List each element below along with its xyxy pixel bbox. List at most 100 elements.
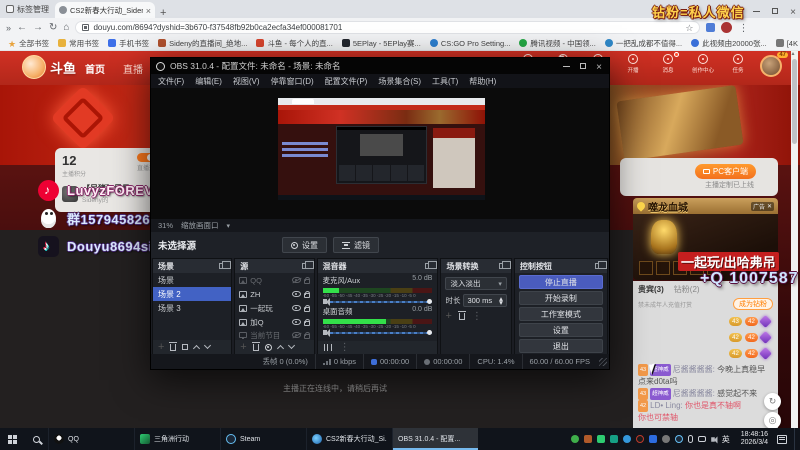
resize-grip[interactable] — [599, 357, 607, 366]
lock-icon[interactable] — [303, 291, 311, 298]
speaker-icon[interactable] — [322, 328, 330, 337]
source-item[interactable]: 一起玩 — [235, 301, 313, 315]
taskbar-app-obs[interactable]: OBS 31.0.4 - 配置... — [392, 428, 478, 450]
tray-steam-icon[interactable] — [674, 435, 683, 443]
source-item[interactable]: ZH — [235, 287, 313, 301]
tray-app-icon[interactable] — [648, 435, 657, 443]
lock-icon[interactable] — [303, 277, 311, 284]
source-properties-button[interactable]: 设置 — [282, 237, 327, 253]
spinner-arrows[interactable]: ▴ ▾ — [499, 294, 503, 306]
reload-icon[interactable] — [49, 22, 57, 33]
stop-streaming-button[interactable]: 停止直播 — [518, 275, 603, 289]
move-up-icon[interactable] — [193, 344, 201, 353]
user-avatar[interactable] — [760, 55, 782, 77]
bookmark-item[interactable]: [4K 60帧] 戴上耳... — [775, 38, 800, 49]
minimize-icon[interactable] — [753, 10, 761, 12]
source-filters-button[interactable]: 滤镜 — [333, 237, 379, 253]
taskbar-clock[interactable]: 18:48:16 2026/3/4 — [737, 431, 772, 447]
studio-mode-button[interactable]: 工作室模式 — [518, 307, 603, 321]
tray-cloud-icon[interactable] — [622, 435, 631, 443]
mixer-menu-icon[interactable] — [340, 343, 350, 352]
become-fan-button[interactable]: 成为钻粉 — [733, 298, 773, 310]
report-float-button[interactable] — [764, 412, 781, 429]
visibility-off-icon[interactable] — [291, 332, 301, 338]
bookmark-item[interactable]: 一把乱成都不值得... — [604, 38, 682, 49]
ad-close-icon[interactable]: ✕ — [767, 203, 772, 210]
nav-creator-center[interactable]: 创作中心 — [691, 54, 715, 74]
remove-scene-icon[interactable] — [169, 341, 178, 351]
maximize-icon[interactable] — [772, 8, 779, 14]
taskbar-app-steam[interactable]: Steam — [220, 428, 306, 450]
tray-antivirus-icon[interactable] — [570, 435, 579, 443]
back-icon[interactable] — [17, 22, 27, 33]
remove-transition-icon[interactable] — [457, 311, 466, 320]
tab-diamond-fans[interactable]: 钻粉(2) — [674, 284, 700, 295]
menu-edit[interactable]: 编辑(E) — [195, 76, 222, 87]
lock-icon[interactable] — [303, 319, 311, 326]
bookmark-item[interactable]: Sideny的直播间_绝地... — [158, 38, 247, 49]
source-item[interactable]: 加Q — [235, 315, 313, 329]
move-down-icon[interactable] — [287, 341, 295, 350]
popout-icon[interactable] — [219, 261, 232, 269]
popout-icon[interactable] — [301, 261, 314, 269]
visibility-icon[interactable] — [291, 305, 301, 311]
exit-button[interactable]: 退出 — [518, 339, 603, 353]
notification-center-icon[interactable] — [777, 434, 787, 444]
mic-volume-slider[interactable] — [329, 298, 433, 304]
extension-icon[interactable] — [706, 22, 716, 32]
tab-close-icon[interactable] — [146, 1, 151, 19]
lock-icon[interactable] — [303, 332, 311, 339]
nav-messages[interactable]: 消息 — [656, 52, 680, 74]
nav-live[interactable]: 直播 — [123, 61, 143, 76]
popout-icon[interactable] — [498, 261, 511, 269]
add-source-icon[interactable] — [240, 343, 246, 352]
source-item[interactable]: QQ — [235, 273, 313, 287]
address-bar[interactable]: douyu.com/8694?dyshid=3b670-f37548fb92b0… — [75, 20, 701, 34]
obs-minimize-icon[interactable] — [563, 65, 571, 67]
volume-icon[interactable] — [710, 435, 718, 443]
chevron-down-icon[interactable] — [227, 221, 231, 230]
speaker-icon[interactable] — [322, 297, 330, 306]
nav-broadcast[interactable]: 开播 — [621, 54, 645, 74]
pc-client-button[interactable]: PC客户端 — [694, 164, 756, 179]
menu-tools[interactable]: 工具(T) — [432, 76, 458, 87]
menu-profile[interactable]: 配置文件(P) — [325, 76, 368, 87]
zoom-mode[interactable]: 缩放画面口 — [181, 220, 219, 231]
forward-icon[interactable] — [33, 22, 43, 33]
bookmark-item[interactable]: 全部书签 — [8, 36, 49, 50]
popout-icon[interactable] — [594, 261, 607, 269]
site-info-icon[interactable] — [82, 23, 90, 31]
browser-tab[interactable]: CS2新春大行动_Sideny的直播 — [55, 2, 155, 18]
bookmark-item[interactable]: 斗鱼 - 每个人的直... — [256, 38, 333, 49]
visibility-icon[interactable] — [291, 319, 301, 325]
transition-menu-icon[interactable] — [472, 312, 482, 321]
transition-select[interactable]: 淡入淡出 — [445, 277, 507, 290]
bookmark-item[interactable]: 5EPlay - 5EPlay赛... — [341, 38, 421, 49]
move-up-icon[interactable] — [276, 344, 284, 353]
tray-app-icon[interactable] — [596, 435, 605, 443]
douyu-logo[interactable]: 斗鱼 — [22, 55, 76, 79]
display-icon[interactable] — [697, 436, 706, 442]
bookmark-item[interactable]: CS:GO Pro Setting... — [429, 39, 510, 48]
duplicate-scene-icon[interactable] — [182, 344, 189, 350]
obs-close-icon[interactable] — [596, 57, 602, 75]
home-icon[interactable] — [63, 22, 69, 33]
lock-icon[interactable] — [303, 305, 311, 312]
menu-view[interactable]: 视图(V) — [233, 76, 260, 87]
tray-app-icon[interactable] — [609, 435, 618, 443]
nav-home[interactable]: 首页 — [85, 61, 105, 76]
taskbar-app-browser[interactable]: CS2新春大行动_Si... — [306, 428, 392, 450]
refresh-float-button[interactable] — [764, 393, 781, 410]
start-button[interactable] — [0, 428, 24, 450]
settings-button[interactable]: 设置 — [518, 323, 603, 337]
remove-source-icon[interactable] — [251, 341, 260, 351]
tab-vip[interactable]: 贵宾(3) — [638, 284, 664, 295]
bookmark-item[interactable]: 此视频由20000张... — [691, 38, 767, 49]
duration-spinner[interactable]: 300 ms ▴ ▾ — [463, 294, 507, 307]
tab-manager-button[interactable]: 标签管理 — [6, 4, 49, 15]
bookmark-item[interactable]: 腾讯视频 - 中国领... — [519, 38, 596, 49]
source-settings-icon[interactable] — [264, 343, 272, 351]
add-transition-icon[interactable] — [445, 312, 451, 321]
obs-preview[interactable] — [151, 88, 609, 219]
tray-settings-icon[interactable] — [661, 435, 670, 443]
